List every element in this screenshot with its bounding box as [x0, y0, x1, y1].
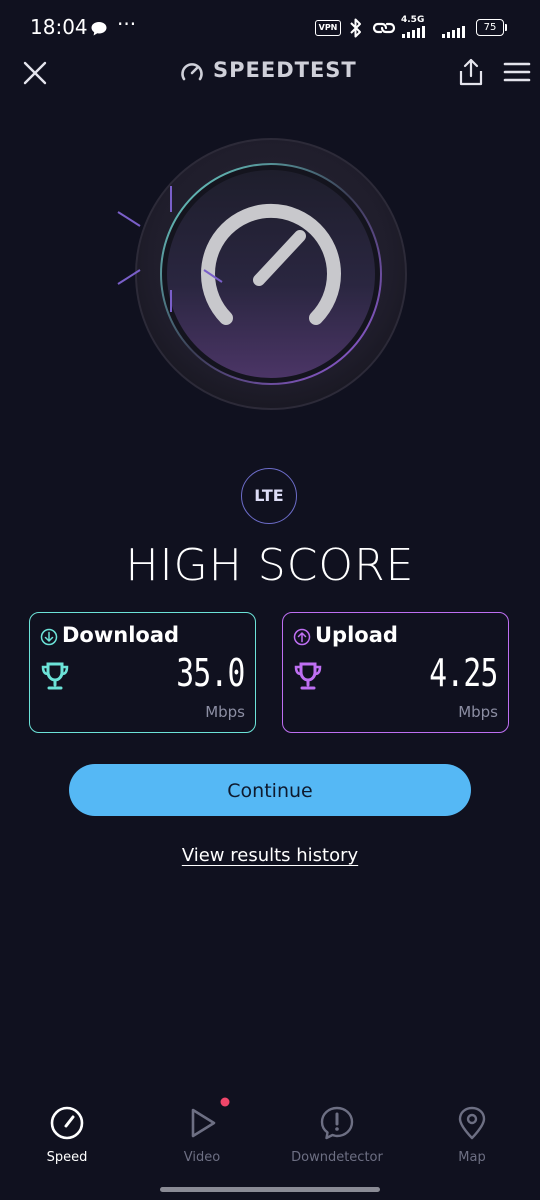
- speed-gauge: [117, 138, 407, 410]
- result-headline: HIGH SCORE: [125, 540, 415, 591]
- overflow-dots: ···: [117, 12, 137, 36]
- speedometer-icon: [50, 1106, 84, 1140]
- download-speed-value: 35.0: [176, 651, 246, 695]
- download-result-card: Download 35.0 Mbps: [29, 612, 256, 733]
- close-icon[interactable]: [22, 60, 48, 86]
- download-label: Download: [62, 623, 180, 647]
- upload-speed-value: 4.25: [429, 651, 499, 695]
- view-results-history-link[interactable]: View results history: [0, 845, 540, 866]
- bluetooth-icon: [350, 18, 361, 38]
- upload-unit: Mbps: [458, 703, 498, 721]
- battery-indicator: 75: [476, 19, 507, 36]
- home-indicator[interactable]: [160, 1187, 380, 1192]
- status-bar: 18:04 ··· VPN 4.5G 75: [0, 0, 540, 56]
- signal-strength-icon: [402, 26, 465, 38]
- menu-icon[interactable]: [503, 61, 531, 83]
- network-type: 4.5G: [401, 15, 425, 25]
- notification-dot: [220, 1097, 230, 1107]
- share-icon[interactable]: [457, 57, 485, 87]
- bottom-nav: Speed Video Downdetector Map: [0, 1090, 540, 1200]
- app-title: SPEEDTEST: [213, 58, 357, 82]
- chat-bubble-icon: [91, 22, 107, 36]
- nav-label-map: Map: [458, 1150, 486, 1165]
- trophy-icon: [294, 662, 322, 690]
- nav-label-speed: Speed: [46, 1150, 88, 1165]
- continue-button[interactable]: Continue: [69, 764, 471, 816]
- alert-bubble-icon: [320, 1106, 354, 1140]
- trophy-icon: [41, 662, 69, 690]
- link-icon: [372, 22, 396, 34]
- upload-result-card: Upload 4.25 Mbps: [282, 612, 509, 733]
- upload-arrow-icon: [293, 628, 311, 646]
- map-pin-icon: [458, 1106, 486, 1140]
- speedtest-logo-icon: [181, 63, 203, 81]
- download-unit: Mbps: [205, 703, 245, 721]
- download-arrow-icon: [40, 628, 58, 646]
- upload-label: Upload: [315, 623, 398, 647]
- vpn-badge: VPN: [315, 20, 341, 36]
- nav-label-downdetector: Downdetector: [291, 1150, 383, 1165]
- connection-type-badge: LTE: [241, 468, 297, 524]
- play-icon: [191, 1108, 216, 1138]
- status-time: 18:04: [30, 15, 88, 39]
- nav-label-video: Video: [183, 1150, 221, 1165]
